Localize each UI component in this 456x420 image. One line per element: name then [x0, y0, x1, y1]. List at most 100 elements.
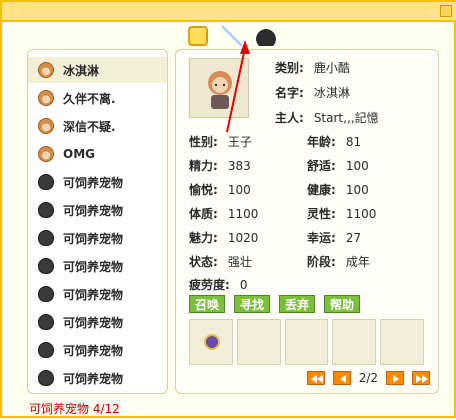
pet-slot-icon	[38, 230, 54, 246]
pager: 2/2	[306, 369, 430, 387]
physique-value: 1100	[227, 207, 259, 221]
pet-slot-icon	[38, 370, 54, 386]
pet-list-item[interactable]: 可饲养宠物	[28, 253, 167, 279]
summon-button[interactable]: 召唤	[189, 295, 225, 313]
pet-name-label: 可饲养宠物	[63, 315, 124, 330]
help-button[interactable]: 帮助	[324, 295, 360, 313]
last-page-icon[interactable]	[412, 371, 430, 385]
pet-avatar-icon	[38, 146, 54, 162]
item-slot[interactable]	[380, 319, 424, 365]
fatigue-value: 0	[239, 278, 248, 292]
luck-field: 幸运: 27	[307, 229, 361, 246]
gender-label: 性别:	[189, 135, 218, 149]
pet-slot-icon	[38, 286, 54, 302]
comfort-value: 100	[345, 159, 369, 173]
pet-name-label: 可饲养宠物	[63, 203, 124, 218]
pet-slot-icon	[38, 258, 54, 274]
luck-value: 27	[345, 231, 362, 245]
charm-label: 魅力:	[189, 231, 218, 245]
state-label: 状态:	[189, 255, 218, 269]
pet-name-label: 深信不疑.	[63, 119, 116, 134]
pet-list-item[interactable]: 可饲养宠物	[28, 309, 167, 335]
age-label: 年龄:	[307, 135, 336, 149]
stage-field: 阶段: 成年	[307, 253, 370, 270]
pet-slot-icon	[38, 314, 54, 330]
item-slot[interactable]	[189, 319, 233, 365]
pet-list-item[interactable]: 久伴不离.	[28, 85, 167, 111]
energy-field: 精力: 383	[189, 157, 251, 174]
comfort-label: 舒适:	[307, 159, 336, 173]
joy-field: 愉悦: 100	[189, 181, 251, 198]
pet-list-panel: 冰淇淋 久伴不离. 深信不疑. OMG 可饲养宠物 可饲养宠物 可饲养宠物 可饲…	[27, 49, 168, 394]
footer-status: 可饲养宠物 4/12	[29, 402, 120, 416]
name-value: 冰淇淋	[313, 86, 350, 100]
pet-name-label: OMG	[63, 147, 95, 161]
category-value: 鹿小酷	[313, 61, 350, 75]
prev-page-icon[interactable]	[332, 371, 351, 385]
crown-icon[interactable]	[188, 26, 208, 46]
sword-icon[interactable]	[222, 26, 242, 46]
health-field: 健康: 100	[307, 181, 369, 198]
top-tab-icons	[188, 24, 276, 48]
spirit-value: 1100	[345, 207, 377, 221]
pet-list-item[interactable]: 可饲养宠物	[28, 281, 167, 307]
pet-name-label: 可饲养宠物	[63, 371, 124, 386]
owner-value: Start‚,,記憶	[313, 111, 379, 125]
state-field: 状态: 强壮	[189, 253, 252, 270]
category-field: 类别: 鹿小酷	[275, 59, 350, 76]
pet-details-panel: 类别: 鹿小酷 名字: 冰淇淋 主人: Start‚,,記憶 性别: 王子 年龄: 81 …	[175, 49, 439, 394]
pet-list-item[interactable]: 可饲养宠物	[28, 225, 167, 251]
age-field: 年龄: 81	[307, 133, 361, 150]
pet-avatar-icon	[38, 118, 54, 134]
pet-name-label: 可饲养宠物	[63, 231, 124, 246]
pet-name-label: 可饲养宠物	[63, 287, 124, 302]
item-slots	[189, 319, 424, 367]
pet-list-item[interactable]: 可饲养宠物	[28, 169, 167, 195]
pet-slot-icon	[38, 342, 54, 358]
first-page-icon[interactable]	[306, 371, 325, 385]
charm-field: 魅力: 1020	[189, 229, 258, 246]
gender-field: 性别: 王子	[189, 133, 252, 150]
fatigue-label: 疲劳度:	[189, 278, 230, 292]
pet-name-label: 冰淇淋	[63, 63, 100, 78]
find-button[interactable]: 寻找	[234, 295, 270, 313]
health-value: 100	[345, 183, 369, 197]
pet-list-item[interactable]: 深信不疑.	[28, 113, 167, 139]
pet-name-label: 可饲养宠物	[63, 343, 124, 358]
physique-field: 体质: 1100	[189, 205, 258, 222]
name-field: 名字: 冰淇淋	[275, 84, 350, 101]
fatigue-field: 疲劳度: 0	[189, 276, 247, 293]
pet-list-item[interactable]: 可饲养宠物	[28, 365, 167, 391]
pet-list-item[interactable]: 可饲养宠物	[28, 337, 167, 363]
name-label: 名字:	[275, 86, 304, 100]
pet-name-label: 可饲养宠物	[63, 259, 124, 274]
stage-label: 阶段:	[307, 255, 336, 269]
luck-label: 幸运:	[307, 231, 336, 245]
pet-list-item[interactable]: OMG	[28, 141, 167, 167]
category-label: 类别:	[275, 61, 304, 75]
item-slot[interactable]	[332, 319, 377, 365]
spirit-field: 灵性: 1100	[307, 205, 376, 222]
pet-window: 冰淇淋 久伴不离. 深信不疑. OMG 可饲养宠物 可饲养宠物 可饲养宠物 可饲…	[0, 0, 456, 418]
item-slot[interactable]	[236, 319, 281, 365]
charm-value: 1020	[227, 231, 259, 245]
owner-label: 主人:	[275, 111, 304, 125]
discard-button[interactable]: 丢弃	[279, 295, 315, 313]
state-value: 强壮	[227, 255, 252, 269]
item-slot[interactable]	[284, 319, 329, 365]
joy-value: 100	[227, 183, 251, 197]
pet-list-item[interactable]: 可饲养宠物	[28, 197, 167, 223]
next-page-icon[interactable]	[386, 371, 404, 385]
hat-icon[interactable]	[256, 26, 276, 46]
pet-slot-icon	[38, 202, 54, 218]
joy-label: 愉悦:	[189, 183, 218, 197]
pet-portrait	[189, 58, 249, 118]
pet-name-label: 久伴不离.	[63, 91, 116, 106]
pet-list-item[interactable]: 冰淇淋	[28, 57, 167, 83]
page-indicator: 2/2	[358, 371, 378, 385]
stage-value: 成年	[345, 255, 370, 269]
close-button[interactable]	[440, 5, 452, 17]
energy-value: 383	[227, 159, 251, 173]
pet-avatar-icon	[38, 62, 54, 78]
energy-label: 精力:	[189, 159, 218, 173]
